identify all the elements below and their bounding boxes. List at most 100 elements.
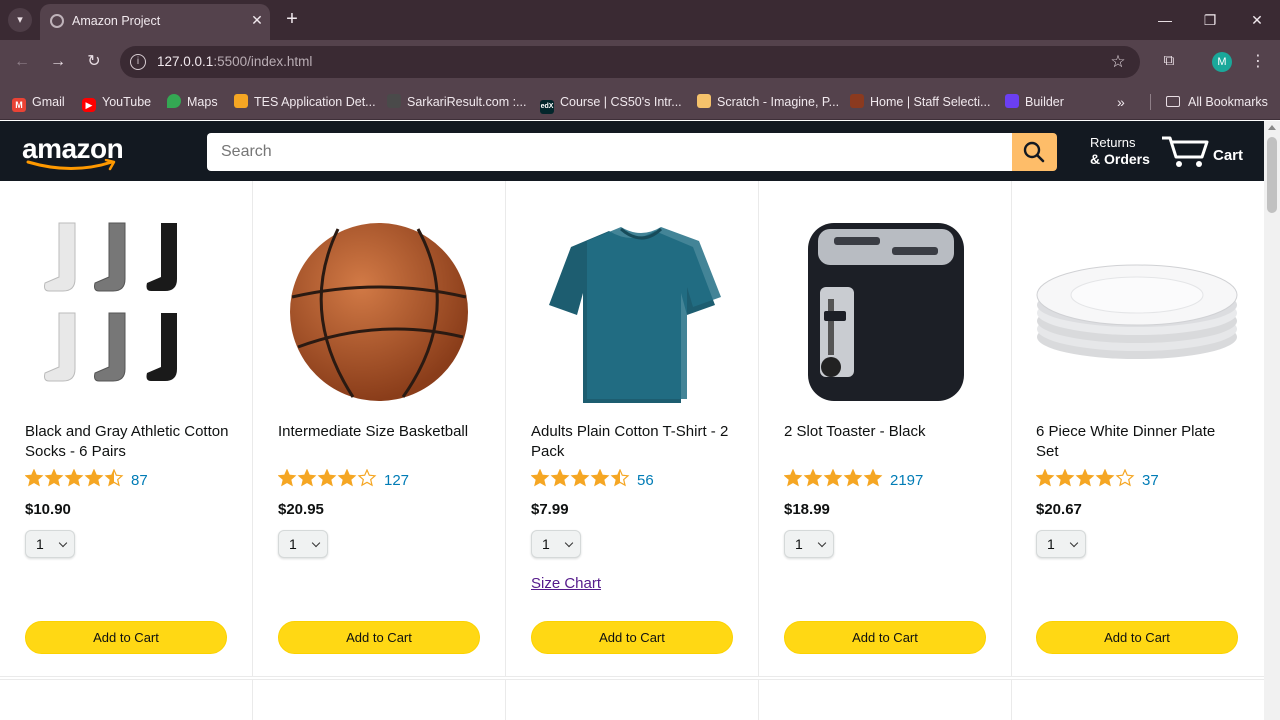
size-chart-link[interactable]: Size Chart [531, 575, 601, 592]
star-icon [357, 468, 377, 487]
page-scrollbar[interactable] [1264, 121, 1280, 720]
product-card [0, 679, 253, 720]
quantity-select[interactable]: 1 [25, 530, 75, 558]
reload-icon[interactable]: ↻ [82, 50, 106, 74]
address-bar[interactable]: i 127.0.0.1:5500/index.html ☆ [120, 46, 1140, 78]
product-name: Adults Plain Cotton T-Shirt - 2 Pack [531, 423, 729, 460]
star-icon [590, 468, 610, 487]
search-icon [1023, 141, 1045, 163]
socks-image [44, 222, 177, 382]
product-name: Intermediate Size Basketball [278, 423, 469, 440]
star-icon [1115, 468, 1135, 487]
bookmark-sarkari[interactable]: SarkariResult.com :... [387, 92, 526, 112]
add-to-cart-button[interactable]: Add to Cart [531, 621, 733, 654]
quantity-select[interactable]: 1 [784, 530, 834, 558]
forward-icon[interactable]: → [46, 50, 70, 74]
restore-icon[interactable]: ❐ [1198, 8, 1222, 32]
star-icon [64, 468, 84, 487]
back-icon[interactable]: ← [10, 50, 34, 74]
rating-count[interactable]: 37 [1142, 472, 1159, 489]
search-input[interactable] [207, 133, 1012, 171]
bookmark-cs50[interactable]: edX Course | CS50's Intr... [540, 92, 682, 114]
url-text[interactable]: 127.0.0.1:5500/index.html [157, 54, 312, 69]
tab-title: Amazon Project [72, 14, 161, 28]
product-card: Intermediate Size Basketball 127 $20.95 … [253, 181, 506, 677]
star-icon [550, 468, 570, 487]
close-window-icon[interactable]: ✕ [1245, 8, 1269, 32]
star-icon [1055, 468, 1075, 487]
star-icon [843, 468, 863, 487]
bookmark-scratch[interactable]: Scratch - Imagine, P... [697, 92, 839, 112]
add-to-cart-button[interactable]: Add to Cart [278, 621, 480, 654]
rating-stars [783, 468, 884, 492]
chevron-down-icon [1069, 538, 1079, 548]
product-name: 6 Piece White Dinner Plate Set [1036, 423, 1216, 460]
bookmark-gmail[interactable]: M Gmail [12, 92, 65, 112]
product-name: Black and Gray Athletic Cotton Socks - 6… [25, 423, 229, 460]
product-rating[interactable]: 87 [24, 468, 148, 492]
extensions-icon[interactable]: ⧉ [1158, 50, 1180, 72]
rating-count[interactable]: 127 [384, 472, 409, 489]
product-rating[interactable]: 2197 [783, 468, 923, 492]
search-button[interactable] [1012, 133, 1057, 171]
rating-count[interactable]: 87 [131, 472, 148, 489]
add-to-cart-button[interactable]: Add to Cart [25, 621, 227, 654]
new-tab-icon[interactable]: + [282, 8, 302, 30]
cart-link[interactable]: Cart [1160, 131, 1250, 171]
quantity-select[interactable]: 1 [278, 530, 328, 558]
product-rating[interactable]: 127 [277, 468, 409, 492]
builder-icon [1005, 94, 1019, 108]
minimize-icon[interactable]: — [1153, 8, 1177, 32]
rating-stars [24, 468, 125, 492]
bookmarks-bar: M Gmail ▶ YouTube Maps TES Application Det… [0, 84, 1280, 120]
profile-avatar[interactable]: M [1212, 52, 1232, 72]
amazon-logo[interactable]: amazon [22, 131, 132, 171]
tshirt-image [549, 227, 721, 403]
youtube-icon: ▶ [82, 98, 96, 112]
product-rating[interactable]: 56 [530, 468, 654, 489]
scroll-up-icon[interactable] [1268, 125, 1276, 130]
product-rating[interactable]: 37 [1035, 468, 1159, 489]
add-to-cart-button[interactable]: Add to Cart [1036, 621, 1238, 654]
chevron-down-icon [58, 538, 68, 548]
rating-stars-icon [530, 468, 630, 487]
rating-count[interactable]: 2197 [890, 472, 923, 489]
bookmark-builder[interactable]: Builder [1005, 92, 1064, 112]
site-info-icon[interactable]: i [130, 54, 146, 70]
product-card: Adults Plain Cotton T-Shirt - 2 Pack 56 … [506, 181, 759, 677]
product-card: 2 Slot Toaster - Black 2197 $18.99 1 Add… [759, 181, 1012, 677]
rating-stars [277, 468, 378, 492]
browser-menu-icon[interactable]: ⋮ [1250, 50, 1266, 74]
more-bookmarks-icon[interactable]: » [1117, 92, 1125, 112]
close-tab-icon[interactable]: ✕ [248, 11, 266, 29]
scroll-thumb[interactable] [1267, 137, 1277, 213]
bookmark-ssc[interactable]: Home | Staff Selecti... [850, 92, 990, 112]
star-icon [1095, 468, 1115, 487]
browser-toolbar: ← → ↻ i 127.0.0.1:5500/index.html ☆ [0, 40, 1280, 84]
bookmark-star-icon[interactable]: ☆ [1106, 50, 1130, 74]
scratch-icon [697, 94, 711, 108]
browser-tab[interactable]: Amazon Project ✕ [40, 4, 270, 40]
tab-search-icon[interactable]: ▾ [8, 8, 32, 32]
product-card [1011, 679, 1264, 720]
ssc-icon [850, 94, 864, 108]
star-icon [1035, 468, 1055, 487]
product-card [759, 679, 1012, 720]
bookmark-tes[interactable]: TES Application Det... [234, 92, 376, 112]
page-viewport: amazon Returns & Orders Cart [0, 121, 1264, 720]
star-icon [317, 468, 337, 487]
bookmark-youtube[interactable]: ▶ YouTube [82, 92, 151, 112]
add-to-cart-button[interactable]: Add to Cart [784, 621, 986, 654]
rating-count[interactable]: 56 [637, 472, 654, 489]
product-card: Black and Gray Athletic Cotton Socks - 6… [0, 181, 253, 677]
returns-orders-link[interactable]: Returns & Orders [1090, 134, 1150, 168]
all-bookmarks[interactable]: All Bookmarks [1166, 92, 1268, 112]
product-price: $7.99 [531, 501, 569, 518]
bookmark-maps[interactable]: Maps [167, 92, 218, 112]
star-icon [104, 468, 124, 487]
quantity-select[interactable]: 1 [1036, 530, 1086, 558]
toaster-image [808, 223, 964, 401]
rating-stars-icon [24, 468, 124, 487]
quantity-select[interactable]: 1 [531, 530, 581, 558]
product-card: 6 Piece White Dinner Plate Set 37 $20.67… [1011, 181, 1264, 677]
